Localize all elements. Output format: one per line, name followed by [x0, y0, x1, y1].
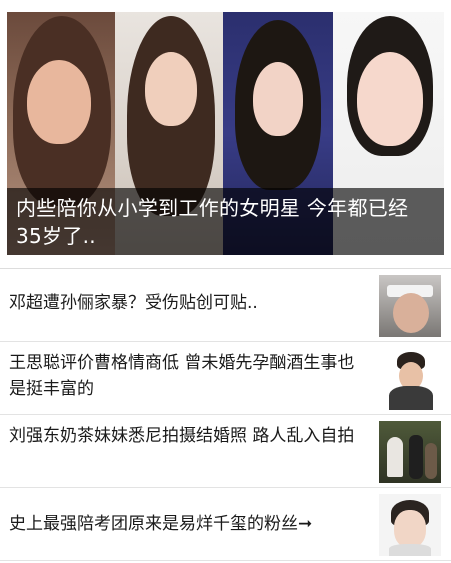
news-item-title: 邓超遭孙俪家暴？受伤贴创可贴..: [9, 293, 258, 313]
featured-caption: 内些陪你从小学到工作的女明星 今年都已经35岁了..: [16, 196, 409, 248]
news-item[interactable]: 刘强东奶茶妹妹悉尼拍摄结婚照 路人乱入自拍: [0, 415, 451, 488]
news-item[interactable]: 王思聪评价曹格情商低 曾未婚先孕酗酒生事也是挺丰富的: [0, 342, 451, 415]
news-item-thumbnail: [379, 494, 441, 556]
news-item-title: 王思聪评价曹格情商低 曾未婚先孕酗酒生事也是挺丰富的: [9, 353, 355, 399]
news-item-thumbnail: [379, 275, 441, 337]
news-item[interactable]: 邓超遭孙俪家暴？受伤贴创可贴..: [0, 269, 451, 342]
news-list: 邓超遭孙俪家暴？受伤贴创可贴.. 王思聪评价曹格情商低 曾未婚先孕酗酒生事也是挺…: [0, 269, 451, 561]
news-item-thumbnail: [379, 348, 441, 410]
news-item-title: 史上最强陪考团原来是易烊千玺的粉丝➞: [9, 514, 313, 534]
news-item-title: 刘强东奶茶妹妹悉尼拍摄结婚照 路人乱入自拍: [9, 426, 355, 446]
news-item[interactable]: 史上最强陪考团原来是易烊千玺的粉丝➞: [0, 488, 451, 561]
news-item-thumbnail: [379, 421, 441, 483]
featured-caption-bar: 内些陪你从小学到工作的女明星 今年都已经35岁了..: [7, 188, 444, 255]
featured-article-banner[interactable]: 内些陪你从小学到工作的女明星 今年都已经35岁了..: [7, 12, 444, 255]
